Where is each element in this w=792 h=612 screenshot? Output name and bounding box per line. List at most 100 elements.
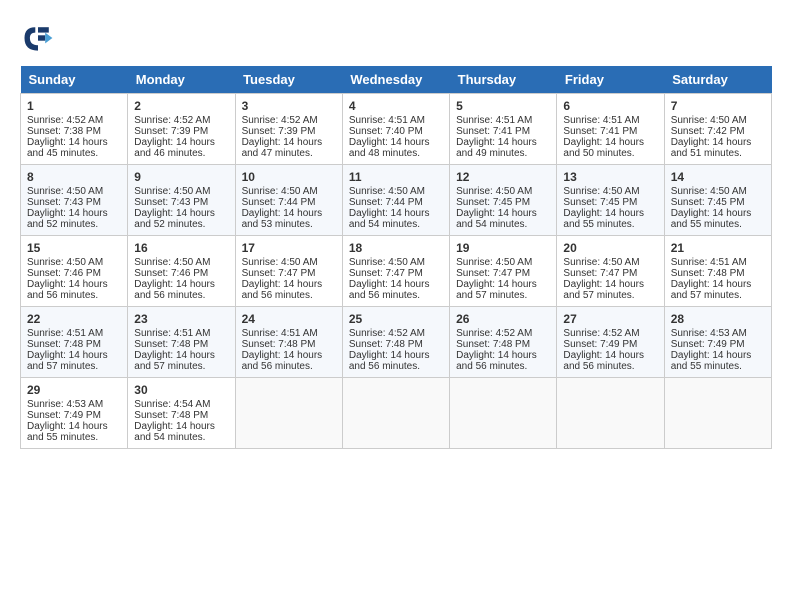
sunset-text: Sunset: 7:46 PM: [134, 268, 208, 279]
header-cell-tuesday: Tuesday: [235, 66, 342, 94]
sunset-text: Sunset: 7:45 PM: [456, 197, 530, 208]
day-number: 25: [349, 312, 443, 326]
sunrise-text: Sunrise: 4:52 AM: [456, 328, 532, 339]
sunrise-text: Sunrise: 4:50 AM: [349, 186, 425, 197]
sunset-text: Sunset: 7:48 PM: [134, 339, 208, 350]
day-number: 18: [349, 241, 443, 255]
calendar-cell: 27 Sunrise: 4:52 AM Sunset: 7:49 PM Dayl…: [557, 307, 664, 378]
day-number: 24: [242, 312, 336, 326]
sunset-text: Sunset: 7:45 PM: [563, 197, 637, 208]
daylight-text: Daylight: 14 hours and 56 minutes.: [349, 350, 430, 372]
calendar-cell: 12 Sunrise: 4:50 AM Sunset: 7:45 PM Dayl…: [450, 165, 557, 236]
calendar-cell: 30 Sunrise: 4:54 AM Sunset: 7:48 PM Dayl…: [128, 378, 235, 449]
calendar-cell: 24 Sunrise: 4:51 AM Sunset: 7:48 PM Dayl…: [235, 307, 342, 378]
sunset-text: Sunset: 7:49 PM: [563, 339, 637, 350]
sunset-text: Sunset: 7:48 PM: [27, 339, 101, 350]
sunrise-text: Sunrise: 4:50 AM: [27, 186, 103, 197]
daylight-text: Daylight: 14 hours and 56 minutes.: [563, 350, 644, 372]
day-number: 13: [563, 170, 657, 184]
day-number: 1: [27, 99, 121, 113]
calendar-cell: 18 Sunrise: 4:50 AM Sunset: 7:47 PM Dayl…: [342, 236, 449, 307]
sunrise-text: Sunrise: 4:51 AM: [456, 115, 532, 126]
sunset-text: Sunset: 7:47 PM: [563, 268, 637, 279]
daylight-text: Daylight: 14 hours and 57 minutes.: [671, 279, 752, 301]
sunrise-text: Sunrise: 4:53 AM: [27, 399, 103, 410]
calendar-cell: 13 Sunrise: 4:50 AM Sunset: 7:45 PM Dayl…: [557, 165, 664, 236]
daylight-text: Daylight: 14 hours and 54 minutes.: [456, 208, 537, 230]
day-number: 29: [27, 383, 121, 397]
sunrise-text: Sunrise: 4:51 AM: [242, 328, 318, 339]
sunset-text: Sunset: 7:40 PM: [349, 126, 423, 137]
calendar-cell: 5 Sunrise: 4:51 AM Sunset: 7:41 PM Dayli…: [450, 94, 557, 165]
day-number: 2: [134, 99, 228, 113]
daylight-text: Daylight: 14 hours and 55 minutes.: [671, 208, 752, 230]
sunset-text: Sunset: 7:48 PM: [671, 268, 745, 279]
sunrise-text: Sunrise: 4:51 AM: [349, 115, 425, 126]
day-number: 5: [456, 99, 550, 113]
day-number: 7: [671, 99, 765, 113]
sunset-text: Sunset: 7:47 PM: [349, 268, 423, 279]
calendar-cell: 29 Sunrise: 4:53 AM Sunset: 7:49 PM Dayl…: [21, 378, 128, 449]
calendar-cell: 15 Sunrise: 4:50 AM Sunset: 7:46 PM Dayl…: [21, 236, 128, 307]
sunset-text: Sunset: 7:39 PM: [134, 126, 208, 137]
daylight-text: Daylight: 14 hours and 57 minutes.: [563, 279, 644, 301]
header-cell-monday: Monday: [128, 66, 235, 94]
page-header: [20, 20, 772, 56]
sunset-text: Sunset: 7:47 PM: [242, 268, 316, 279]
calendar-week-row: 29 Sunrise: 4:53 AM Sunset: 7:49 PM Dayl…: [21, 378, 772, 449]
daylight-text: Daylight: 14 hours and 56 minutes.: [349, 279, 430, 301]
day-number: 22: [27, 312, 121, 326]
daylight-text: Daylight: 14 hours and 51 minutes.: [671, 137, 752, 159]
calendar-cell: 11 Sunrise: 4:50 AM Sunset: 7:44 PM Dayl…: [342, 165, 449, 236]
sunrise-text: Sunrise: 4:50 AM: [671, 115, 747, 126]
sunset-text: Sunset: 7:43 PM: [134, 197, 208, 208]
sunset-text: Sunset: 7:44 PM: [242, 197, 316, 208]
sunrise-text: Sunrise: 4:51 AM: [671, 257, 747, 268]
sunset-text: Sunset: 7:45 PM: [671, 197, 745, 208]
day-number: 3: [242, 99, 336, 113]
calendar-cell: 6 Sunrise: 4:51 AM Sunset: 7:41 PM Dayli…: [557, 94, 664, 165]
daylight-text: Daylight: 14 hours and 50 minutes.: [563, 137, 644, 159]
daylight-text: Daylight: 14 hours and 45 minutes.: [27, 137, 108, 159]
sunrise-text: Sunrise: 4:50 AM: [134, 186, 210, 197]
daylight-text: Daylight: 14 hours and 56 minutes.: [242, 279, 323, 301]
logo-icon: [20, 20, 56, 56]
calendar-cell: 3 Sunrise: 4:52 AM Sunset: 7:39 PM Dayli…: [235, 94, 342, 165]
calendar-cell: [450, 378, 557, 449]
daylight-text: Daylight: 14 hours and 55 minutes.: [563, 208, 644, 230]
sunset-text: Sunset: 7:44 PM: [349, 197, 423, 208]
sunrise-text: Sunrise: 4:50 AM: [349, 257, 425, 268]
sunrise-text: Sunrise: 4:50 AM: [563, 186, 639, 197]
day-number: 11: [349, 170, 443, 184]
sunrise-text: Sunrise: 4:51 AM: [134, 328, 210, 339]
calendar-cell: [235, 378, 342, 449]
day-number: 30: [134, 383, 228, 397]
calendar-cell: 22 Sunrise: 4:51 AM Sunset: 7:48 PM Dayl…: [21, 307, 128, 378]
sunrise-text: Sunrise: 4:50 AM: [563, 257, 639, 268]
sunrise-text: Sunrise: 4:50 AM: [456, 186, 532, 197]
header-cell-friday: Friday: [557, 66, 664, 94]
calendar-cell: 17 Sunrise: 4:50 AM Sunset: 7:47 PM Dayl…: [235, 236, 342, 307]
daylight-text: Daylight: 14 hours and 53 minutes.: [242, 208, 323, 230]
sunset-text: Sunset: 7:49 PM: [671, 339, 745, 350]
calendar-cell: 20 Sunrise: 4:50 AM Sunset: 7:47 PM Dayl…: [557, 236, 664, 307]
day-number: 12: [456, 170, 550, 184]
day-number: 9: [134, 170, 228, 184]
day-number: 26: [456, 312, 550, 326]
sunrise-text: Sunrise: 4:52 AM: [563, 328, 639, 339]
calendar-cell: [342, 378, 449, 449]
calendar-cell: 8 Sunrise: 4:50 AM Sunset: 7:43 PM Dayli…: [21, 165, 128, 236]
header-cell-wednesday: Wednesday: [342, 66, 449, 94]
daylight-text: Daylight: 14 hours and 48 minutes.: [349, 137, 430, 159]
sunset-text: Sunset: 7:49 PM: [27, 410, 101, 421]
header-cell-thursday: Thursday: [450, 66, 557, 94]
sunset-text: Sunset: 7:41 PM: [563, 126, 637, 137]
sunset-text: Sunset: 7:38 PM: [27, 126, 101, 137]
calendar-cell: 28 Sunrise: 4:53 AM Sunset: 7:49 PM Dayl…: [664, 307, 771, 378]
sunrise-text: Sunrise: 4:50 AM: [134, 257, 210, 268]
daylight-text: Daylight: 14 hours and 56 minutes.: [27, 279, 108, 301]
sunrise-text: Sunrise: 4:50 AM: [242, 257, 318, 268]
daylight-text: Daylight: 14 hours and 46 minutes.: [134, 137, 215, 159]
calendar-week-row: 1 Sunrise: 4:52 AM Sunset: 7:38 PM Dayli…: [21, 94, 772, 165]
daylight-text: Daylight: 14 hours and 55 minutes.: [671, 350, 752, 372]
